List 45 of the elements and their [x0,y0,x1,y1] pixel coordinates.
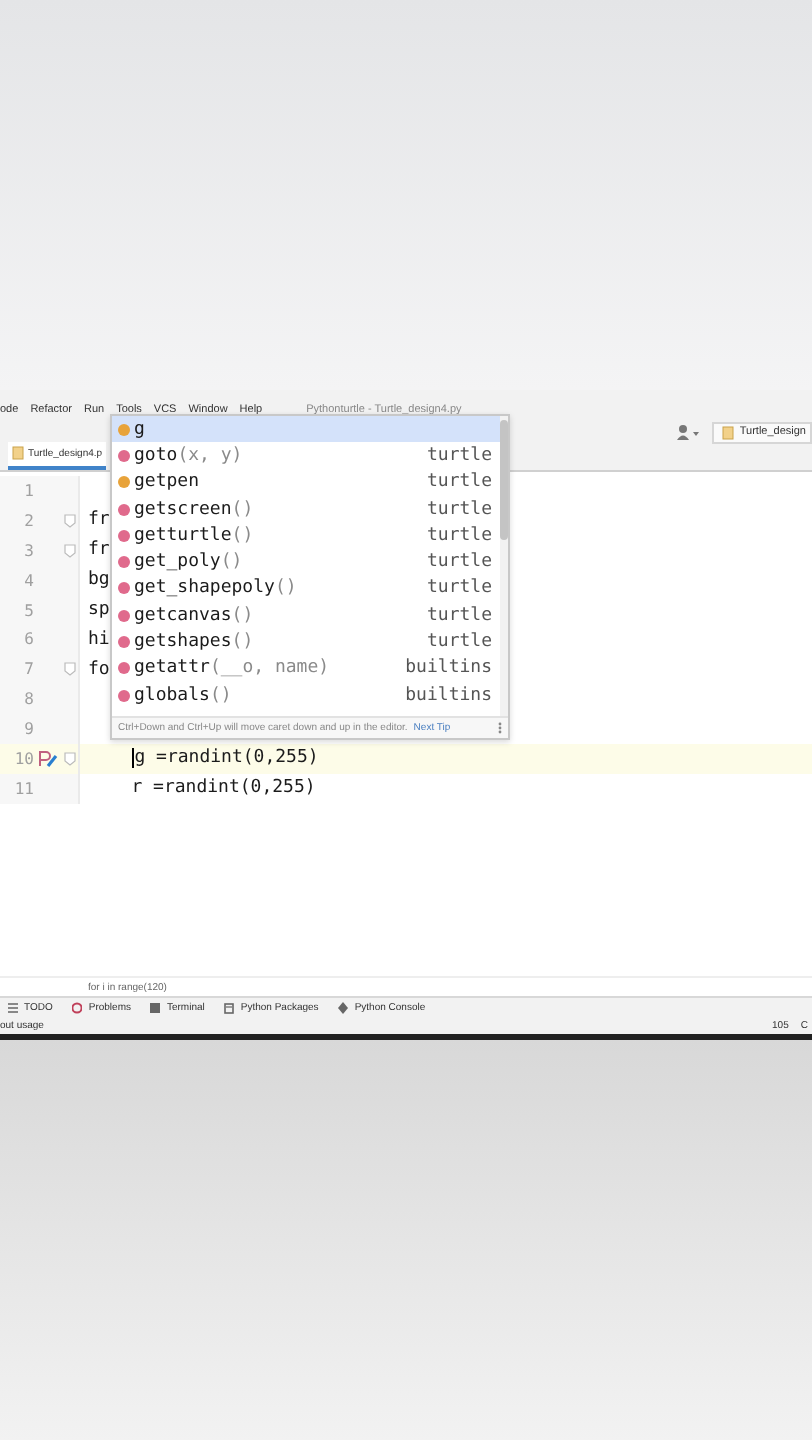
code-line: fr [88,540,110,561]
code-line: fo [88,659,110,680]
code-line: fr [88,510,110,531]
problems-icon [72,1001,83,1013]
completion-item[interactable]: getshapes() turtle [112,628,500,656]
line-number: 5 [22,601,34,619]
line-number: 10 [12,749,34,768]
completion-item[interactable]: globals() builtins [112,681,500,709]
code-line: sp [88,600,110,620]
completion-item[interactable]: getattr(__o, name) builtins [112,655,500,682]
line-number: 1 [22,481,34,500]
line-number: 3 [22,541,34,560]
code-line: r =randint(0,255) [131,778,316,799]
python-file-icon [721,425,734,439]
line-number: 4 [22,571,34,590]
line-number: 7 [22,660,34,679]
variable-icon [118,476,130,489]
function-icon [118,609,130,622]
packages-icon [224,1001,235,1013]
completion-item[interactable]: getpen turtle [112,469,500,496]
completion-item[interactable]: getscreen() turtle [112,495,500,523]
line-number: 9 [22,720,34,739]
line-number: 8 [22,690,34,709]
python-file-icon [12,446,24,460]
code-line: g =randint(0,255) [134,748,319,769]
text-caret [131,748,134,769]
line-number: 2 [22,511,34,530]
scrollbar[interactable] [500,416,508,716]
completion-item[interactable]: g [112,416,500,443]
variable-icon [118,423,130,436]
function-icon [118,689,130,702]
user-caret-icon [675,424,700,440]
python-console-icon [38,749,58,768]
function-icon [118,449,130,462]
completion-item[interactable]: get_poly() turtle [112,548,500,576]
completion-item[interactable]: getturtle() turtle [112,522,500,549]
todo-icon [8,1001,18,1013]
completion-item[interactable]: goto(x, y) turtle [112,442,500,470]
line-number: 11 [12,779,34,798]
completion-item[interactable]: getcanvas() turtle [112,602,500,629]
account-button[interactable] [675,424,700,440]
code-line: hi [88,629,110,650]
line-number: 6 [22,630,34,649]
code-line: bg [88,570,110,591]
completion-item[interactable]: get_shapepoly() turtle [112,575,500,603]
